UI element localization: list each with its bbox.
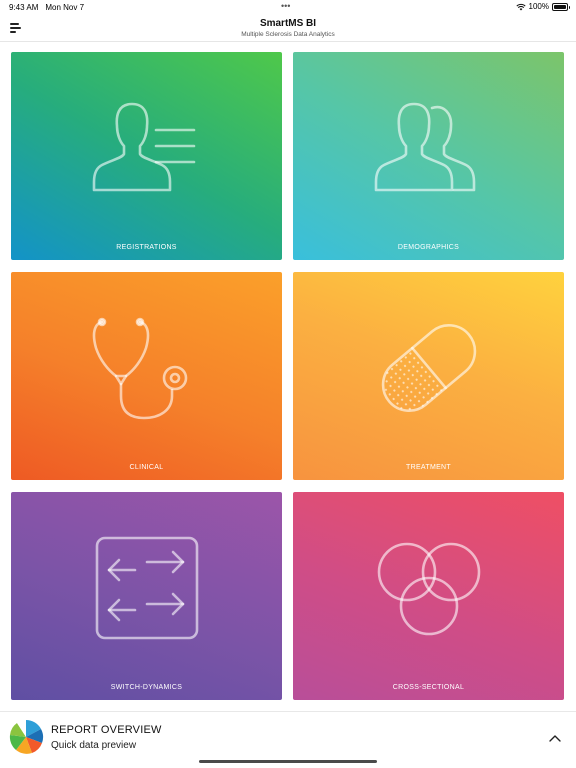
tile-cross-sectional[interactable]: CROSS-SECTIONAL: [293, 492, 564, 700]
status-bar: 9:43 AM Mon Nov 7 ••• 100%: [0, 0, 576, 14]
panel-title: REPORT OVERVIEW: [51, 724, 162, 736]
page-title: SmartMS BI: [259, 18, 317, 29]
tile-registrations[interactable]: REGISTRATIONS: [11, 52, 282, 260]
pill-icon: [372, 317, 477, 422]
multitasking-dots[interactable]: •••: [281, 1, 290, 11]
tile-label: REGISTRATIONS: [116, 244, 177, 251]
wifi-icon: [515, 3, 526, 10]
page-subtitle: Multiple Sclerosis Data Analytics: [241, 31, 335, 38]
people-icon: [374, 102, 475, 192]
tile-treatment[interactable]: TREATMENT: [293, 272, 564, 480]
tile-clinical[interactable]: CLINICAL: [11, 272, 282, 480]
chevron-up-icon[interactable]: [549, 734, 561, 742]
status-date: Mon Nov 7: [45, 3, 85, 12]
venn-icon: [377, 542, 480, 636]
home-indicator[interactable]: [199, 760, 377, 763]
arrows-switch-icon: [95, 536, 198, 640]
tile-label: DEMOGRAPHICS: [397, 244, 460, 251]
tile-label: CLINICAL: [129, 464, 164, 471]
tile-switch-dynamics[interactable]: SWITCH-DYNAMICS: [11, 492, 282, 700]
tile-label: SWITCH-DYNAMICS: [110, 684, 183, 691]
battery-icon: [552, 2, 570, 11]
app-logo-icon: [9, 720, 44, 754]
tile-label: TREATMENT: [406, 464, 451, 471]
nav-bar: SmartMS BI Multiple Sclerosis Data Analy…: [0, 14, 576, 42]
tile-label: CROSS-SECTIONAL: [392, 684, 465, 691]
person-list-icon: [92, 102, 195, 192]
stethoscope-icon: [92, 317, 187, 420]
panel-subtitle: Quick data preview: [51, 740, 137, 751]
status-time: 9:43 AM: [9, 3, 39, 12]
tile-demographics[interactable]: DEMOGRAPHICS: [293, 52, 564, 260]
battery-percent: 100%: [528, 2, 549, 11]
